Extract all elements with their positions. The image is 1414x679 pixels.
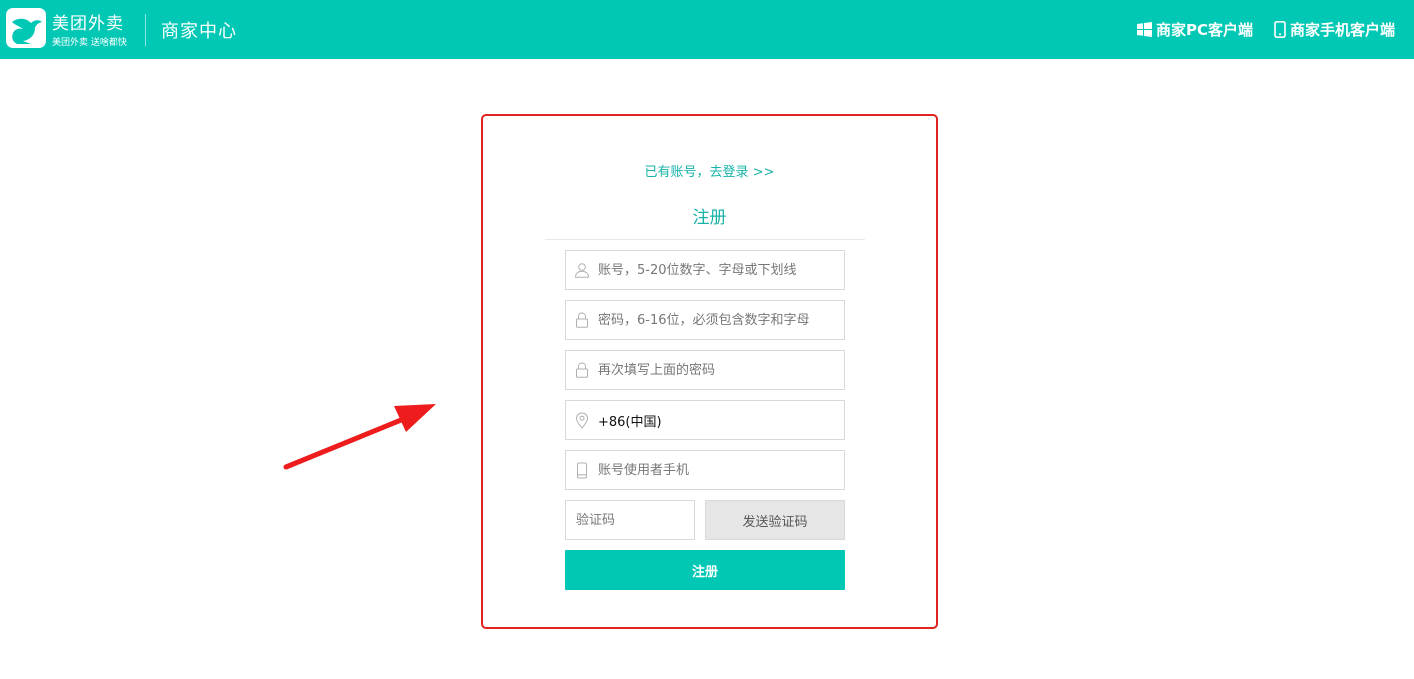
lock-icon (566, 312, 598, 328)
user-icon (566, 262, 598, 278)
brand-slogan: 美团外卖 送啥都快 (52, 38, 127, 48)
register-button[interactable]: 注册 (565, 550, 845, 590)
account-input[interactable] (598, 252, 844, 288)
login-link[interactable]: 已有账号，去登录 >> (483, 161, 936, 180)
phone-icon (1274, 20, 1286, 38)
password-field[interactable] (565, 300, 845, 340)
form-title: 注册 (692, 208, 727, 228)
page-title: 商家中心 (161, 21, 237, 42)
pc-client-link[interactable]: 商家PC客户端 (1137, 18, 1253, 40)
confirm-password-input[interactable] (598, 352, 844, 388)
registration-panel: 已有账号，去登录 >> 注册 账号，5-20位数字、字母或下划线 +86(中国)… (481, 114, 938, 629)
phone-input[interactable] (598, 452, 844, 488)
kangaroo-logo-icon[interactable] (6, 8, 46, 48)
title-divider (545, 239, 865, 240)
header-divider (145, 14, 146, 46)
phone-field[interactable] (565, 450, 845, 490)
windows-icon (1137, 21, 1152, 37)
brand-name: 美团外卖 (52, 14, 124, 34)
mobile-client-link[interactable]: 商家手机客户端 (1274, 18, 1395, 40)
verification-code-input[interactable] (576, 502, 694, 538)
location-pin-icon (566, 411, 598, 429)
mobile-client-label: 商家手机客户端 (1290, 20, 1396, 39)
top-header: 美团外卖 美团外卖 送啥都快 商家中心 商家PC客户端 商家手机客户端 (0, 0, 1414, 59)
pc-client-label: 商家PC客户端 (1156, 20, 1254, 39)
arrow-icon (283, 404, 436, 470)
password-input[interactable] (598, 302, 844, 338)
region-value: +86(中国) (598, 414, 662, 430)
account-field[interactable] (565, 250, 845, 290)
phone-icon (566, 462, 598, 479)
verification-code-field[interactable] (565, 500, 695, 540)
lock-icon (566, 362, 598, 378)
send-code-button[interactable]: 发送验证码 (705, 500, 845, 540)
confirm-password-field[interactable] (565, 350, 845, 390)
region-select[interactable]: +86(中国) (565, 400, 845, 440)
